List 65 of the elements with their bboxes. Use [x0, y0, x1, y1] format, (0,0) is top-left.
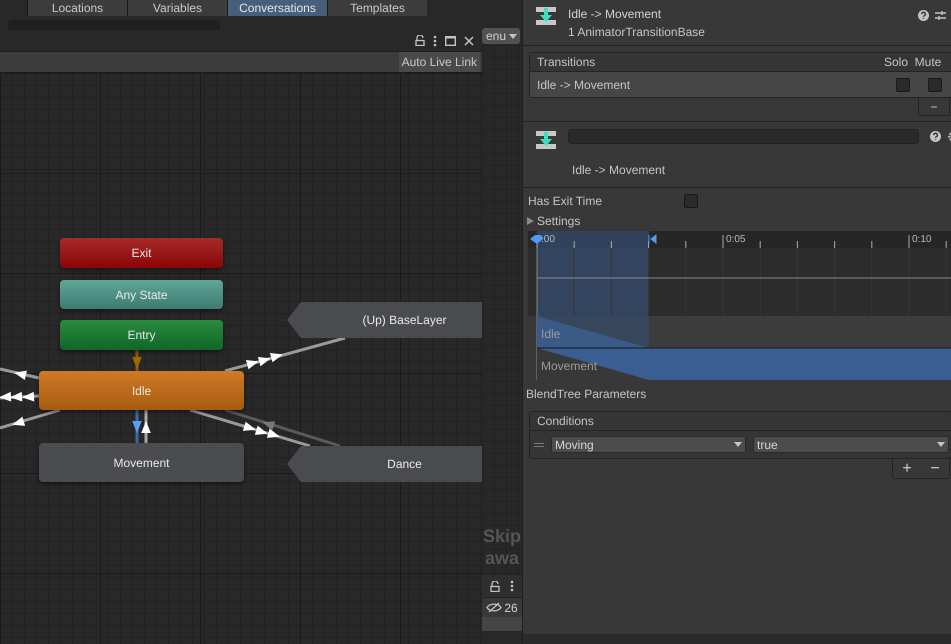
hidden-eye-icon[interactable]: [486, 602, 502, 613]
caret-icon: [734, 442, 742, 447]
list-header: Conditions: [537, 413, 594, 430]
state-node[interactable]: Exit: [60, 238, 223, 268]
column-header: Mute: [914, 54, 942, 71]
lock-icon[interactable]: [490, 580, 500, 592]
auto-live-link-button[interactable]: Auto Live Link: [398, 52, 480, 72]
list-header: Transitions: [537, 54, 596, 71]
transition-row[interactable]: Idle -> Movement: [530, 72, 951, 97]
has-exit-time-label: Has Exit Time: [528, 193, 604, 210]
track-label: Idle: [541, 326, 560, 343]
state-node[interactable]: Idle: [39, 371, 244, 410]
settings-foldout[interactable]: Settings: [523, 211, 951, 231]
help-icon[interactable]: [918, 10, 929, 20]
transition-arrow[interactable]: [141, 410, 151, 443]
caret-icon: [937, 442, 945, 447]
transition-icon: [535, 129, 557, 151]
checkbox[interactable]: [684, 194, 698, 208]
time-tick-label: :00: [541, 233, 555, 247]
transition-arrow[interactable]: [224, 408, 340, 448]
close-icon[interactable]: [464, 36, 474, 46]
transition-arrow[interactable]: [190, 408, 310, 448]
transition-icon: [535, 5, 557, 27]
menu-dropdown[interactable]: enu: [482, 28, 520, 44]
graph-canvas[interactable]: Exit Any State Entry Idle Movement (Up) BaseLayer Dance: [0, 73, 482, 644]
time-tick-label: 0:10: [912, 233, 932, 247]
tab[interactable]: Conversations: [227, 0, 327, 16]
remove-button[interactable]: −: [918, 98, 950, 116]
tab[interactable]: Templates: [327, 0, 427, 16]
transition-arrow[interactable]: [224, 336, 346, 372]
help-icon[interactable]: [930, 131, 941, 142]
add-button[interactable]: +: [902, 460, 912, 476]
transition-arrow[interactable]: [0, 408, 60, 430]
time-tick-label: 0:05: [726, 233, 746, 247]
transition-arrow[interactable]: [0, 392, 40, 402]
transition-label: Idle -> Movement: [571, 162, 666, 179]
state-node[interactable]: Movement: [39, 443, 244, 482]
drag-handle-icon[interactable]: [534, 442, 544, 446]
lock-icon[interactable]: [415, 35, 425, 46]
value-dropdown[interactable]: true: [753, 436, 949, 453]
panel-footer: [482, 617, 522, 631]
column-header: Solo: [882, 54, 910, 71]
transition-arrow[interactable]: [0, 368, 40, 380]
inspector-subtitle: 1 AnimatorTransitionBase: [568, 24, 705, 41]
tab[interactable]: Locations: [27, 0, 127, 16]
tab[interactable]: Variables: [127, 0, 227, 16]
more-menu-icon[interactable]: [510, 580, 514, 592]
checkbox[interactable]: [896, 78, 910, 92]
more-menu-icon[interactable]: [433, 34, 437, 46]
state-node[interactable]: Dance: [287, 446, 482, 482]
caret-icon: [509, 34, 517, 38]
inspector-title: Idle -> Movement: [568, 6, 662, 23]
maximize-icon[interactable]: [445, 36, 456, 46]
track-label: Movement: [541, 358, 598, 375]
preset-sliders-icon[interactable]: [935, 10, 946, 20]
foldout-arrow-icon: [527, 217, 534, 225]
hidden-count: 26: [504, 600, 518, 616]
checkbox[interactable]: [928, 78, 942, 92]
parameter-dropdown[interactable]: Moving: [551, 436, 746, 453]
blendtree-label: BlendTree Parameters: [525, 386, 648, 403]
transition-name: Idle -> Movement: [537, 76, 632, 94]
remove-button[interactable]: −: [930, 460, 940, 476]
transition-arrow[interactable]: [132, 410, 142, 443]
state-node[interactable]: Entry: [60, 320, 223, 350]
state-node[interactable]: (Up) BaseLayer: [287, 302, 482, 338]
